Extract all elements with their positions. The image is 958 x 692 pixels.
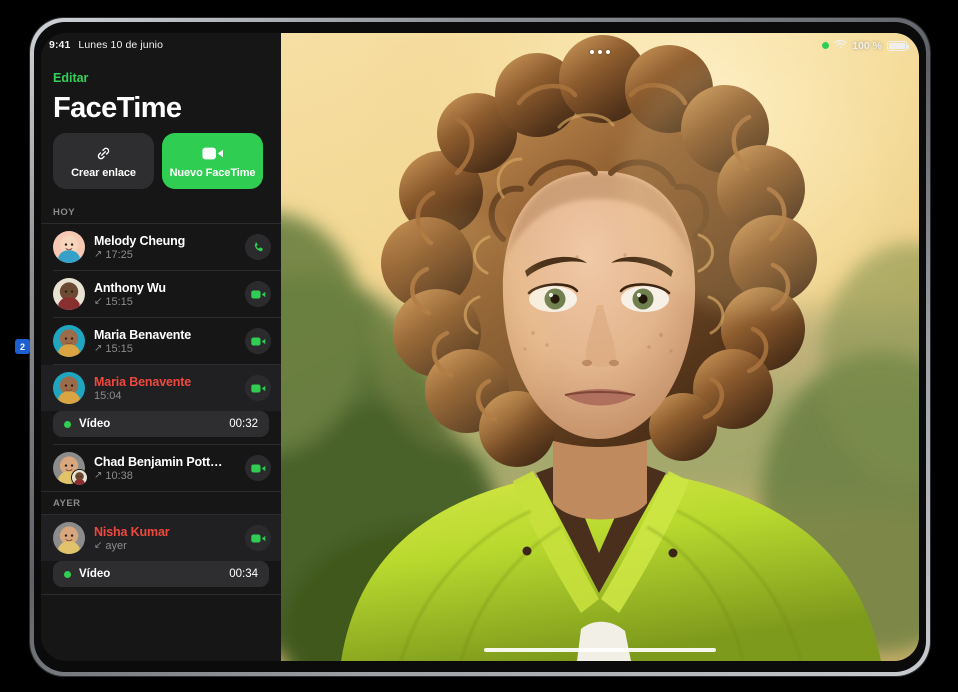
page-title: FaceTime (53, 92, 182, 124)
call-history-row[interactable]: Nisha Kumar ↙ ayer (41, 515, 281, 561)
call-direction-icon: ↗ (94, 248, 103, 260)
avatar (53, 522, 85, 554)
status-bar-time: 9:41 (49, 39, 71, 51)
call-row-text: Maria Benavente ↗ 15:15 (94, 328, 236, 355)
call-history-row[interactable]: Maria Benavente 15:04 (41, 365, 281, 411)
call-back-video-button[interactable] (245, 455, 271, 481)
avatar (53, 372, 85, 404)
call-type-label: Vídeo (79, 418, 111, 430)
status-bar-left: 9:41 Lunes 10 de junio (49, 39, 163, 51)
call-direction-icon: ↙ (94, 539, 103, 551)
call-time: 15:15 (105, 342, 133, 355)
call-back-audio-button[interactable] (245, 234, 271, 260)
call-history-row[interactable]: Chad Benjamin Pott… ↗ 10:38 (41, 445, 281, 491)
facetime-sidebar: 9:41 Lunes 10 de junio Editar FaceTime C… (41, 33, 281, 661)
row-divider (41, 594, 281, 595)
call-meta: ↙ ayer (94, 540, 236, 552)
call-back-video-button[interactable] (245, 328, 271, 354)
call-direction-icon: ↗ (94, 469, 103, 481)
call-meta: ↗ 17:25 (94, 249, 236, 261)
status-dot-icon (64, 570, 71, 578)
action-button-row: Crear enlace Nuevo FaceTime (53, 133, 263, 189)
home-indicator[interactable] (484, 648, 716, 652)
create-link-label: Crear enlace (71, 166, 136, 179)
new-facetime-button[interactable]: Nuevo FaceTime (162, 133, 263, 189)
call-history-row[interactable]: Melody Cheung ↗ 17:25 (41, 224, 281, 270)
call-meta: ↙ 15:15 (94, 296, 236, 308)
call-row-text: Nisha Kumar ↙ ayer (94, 525, 236, 552)
status-dot-icon (64, 420, 71, 428)
video-call-photo (281, 33, 919, 661)
call-meta: ↗ 10:38 (94, 470, 236, 482)
callout-marker-2: 2 (15, 339, 30, 354)
call-meta: ↗ 15:15 (94, 343, 236, 355)
call-time: 17:25 (105, 248, 133, 261)
status-bar-date: Lunes 10 de junio (78, 39, 164, 51)
call-row-text: Melody Cheung ↗ 17:25 (94, 234, 236, 261)
contact-name: Chad Benjamin Pott… (94, 454, 223, 469)
contact-name: Maria Benavente (94, 327, 192, 342)
contact-name: Melody Cheung (94, 233, 186, 248)
link-icon (95, 144, 112, 163)
call-back-video-button[interactable] (245, 375, 271, 401)
call-detail-chip[interactable]: Vídeo 00:32 (53, 411, 269, 437)
section-header: AYER (53, 498, 81, 509)
edit-row: Editar (53, 69, 88, 87)
call-detail-chip[interactable]: Vídeo 00:34 (53, 561, 269, 587)
call-row-text: Maria Benavente 15:04 (94, 375, 236, 402)
avatar (53, 231, 85, 263)
call-time: 15:15 (105, 295, 133, 308)
dot-3 (606, 50, 610, 54)
call-direction-icon: ↙ (94, 295, 103, 307)
recording-indicator-icon (822, 42, 830, 49)
edit-button[interactable]: Editar (53, 71, 88, 85)
create-link-button[interactable]: Crear enlace (53, 133, 154, 189)
battery-icon (887, 40, 909, 51)
facetime-video-pane[interactable]: 100 % (281, 33, 919, 661)
call-type-label: Vídeo (79, 568, 111, 580)
call-time: 10:38 (105, 469, 133, 482)
call-duration: 00:34 (229, 568, 258, 580)
call-time: 15:04 (94, 389, 122, 402)
call-row-text: Anthony Wu ↙ 15:15 (94, 281, 236, 308)
avatar (53, 325, 85, 357)
call-back-video-button[interactable] (245, 525, 271, 551)
contact-name: Maria Benavente (94, 374, 192, 389)
more-options-dots-icon[interactable] (583, 45, 617, 59)
call-history-row[interactable]: Anthony Wu ↙ 15:15 (41, 271, 281, 317)
dot-1 (590, 50, 594, 54)
battery-percent-label: 100 % (852, 39, 882, 52)
avatar (53, 452, 88, 486)
group-avatar-secondary (71, 469, 88, 486)
video-camera-icon (201, 144, 224, 163)
call-direction-icon: ↗ (94, 342, 103, 354)
status-bar-right: 100 % (822, 39, 909, 52)
wifi-icon (834, 39, 847, 52)
call-history-row[interactable]: Maria Benavente ↗ 15:15 (41, 318, 281, 364)
contact-name: Nisha Kumar (94, 524, 170, 539)
call-history-list[interactable]: HOY Melody Cheung ↗ 17:25 Anthony Wu ↙ 1… (41, 201, 281, 661)
avatar (53, 278, 85, 310)
contact-name: Anthony Wu (94, 280, 166, 295)
ipad-screen: 9:41 Lunes 10 de junio Editar FaceTime C… (41, 33, 919, 661)
call-row-text: Chad Benjamin Pott… ↗ 10:38 (94, 455, 236, 482)
screenshot-root: 9:41 Lunes 10 de junio Editar FaceTime C… (0, 0, 958, 692)
call-duration: 00:32 (229, 418, 258, 430)
section-header: HOY (53, 207, 76, 218)
call-time: ayer (105, 539, 127, 552)
dot-2 (598, 50, 602, 54)
new-facetime-label: Nuevo FaceTime (169, 166, 256, 179)
call-back-video-button[interactable] (245, 281, 271, 307)
call-meta: 15:04 (94, 390, 236, 402)
